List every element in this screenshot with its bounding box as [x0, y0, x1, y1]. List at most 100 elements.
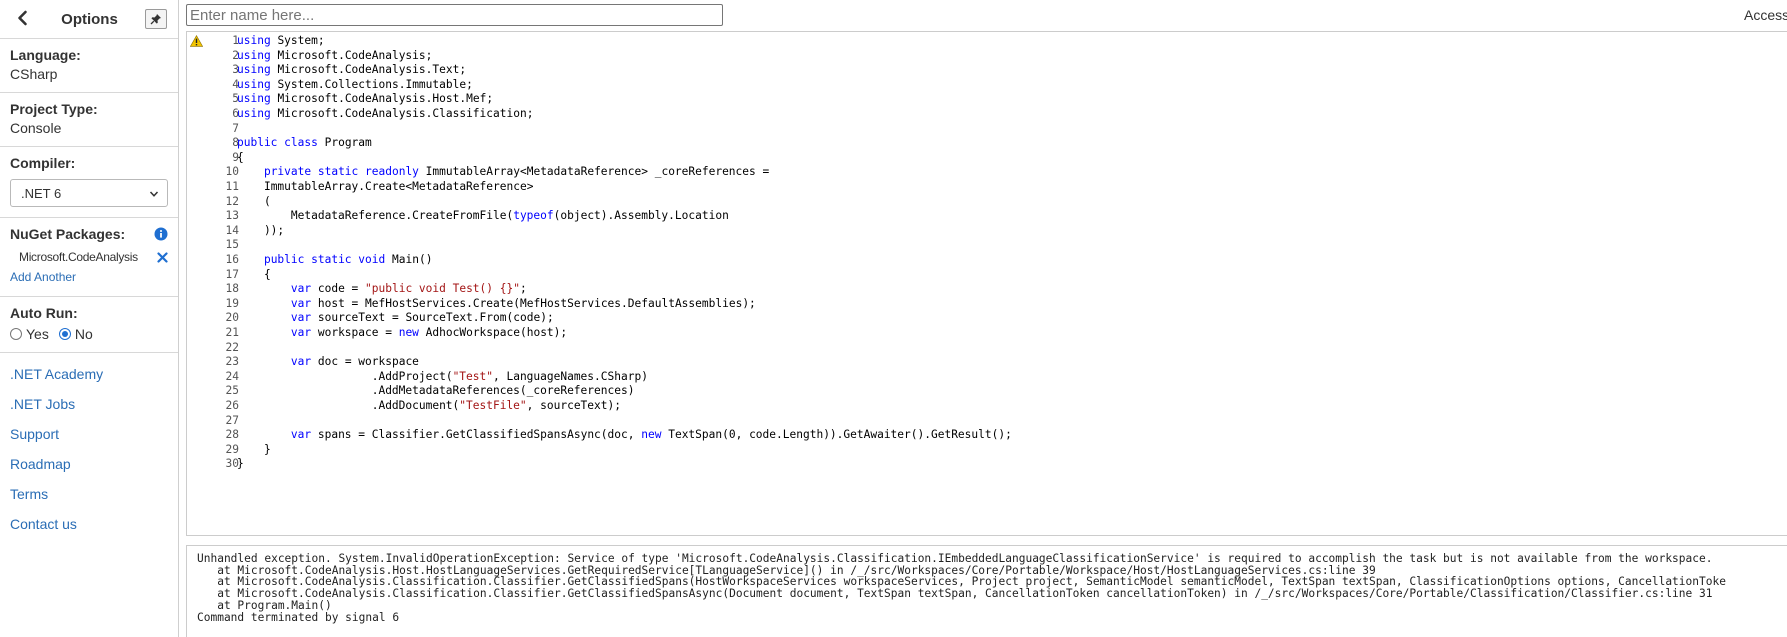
- code-token: ImmutableArray: [425, 165, 520, 179]
- output-console: Unhandled exception. System.InvalidOpera…: [186, 545, 1787, 637]
- code-token: .: [237, 399, 379, 412]
- output-line: Unhandled exception. System.InvalidOpera…: [197, 552, 1713, 565]
- auto-run-section: Auto Run: Yes No: [0, 297, 178, 353]
- code-token: doc: [607, 428, 628, 442]
- keyword-token: new: [641, 428, 662, 442]
- code-token: GetClassifiedSpansAsync: [445, 428, 601, 442]
- code-token: .: [472, 311, 480, 325]
- code-token: ;: [519, 282, 527, 296]
- code-token: {: [237, 150, 244, 164]
- support-link[interactable]: Support: [10, 419, 168, 449]
- code-token: .: [466, 296, 473, 310]
- code-token: ): [641, 369, 648, 383]
- code-token: =: [378, 326, 399, 339]
- code-token: GetResult: [930, 428, 992, 442]
- nuget-section: NuGet Packages: Microsoft.CodeAnalysis A…: [0, 218, 178, 297]
- auto-run-yes-label[interactable]: Yes: [26, 326, 49, 342]
- code-token: CSharp: [600, 369, 642, 383]
- auto-run-no-radio[interactable]: [58, 328, 71, 340]
- code-token: ;: [459, 63, 467, 77]
- code-token: Microsoft: [277, 92, 339, 106]
- language-value: CSharp: [10, 66, 58, 82]
- code-token: CodeAnalysis: [344, 92, 426, 106]
- warning-icon[interactable]: [190, 35, 203, 47]
- code-token: );: [607, 399, 621, 412]
- access-menu[interactable]: Access: [1744, 7, 1787, 23]
- roadmap-link[interactable]: Roadmap: [10, 449, 168, 479]
- code-token: .: [668, 209, 675, 223]
- code-token: .: [317, 77, 325, 91]
- code-token: }: [237, 442, 271, 456]
- code-token: );: [540, 311, 554, 325]
- code-token: TextSpan: [668, 428, 723, 442]
- code-token: >: [526, 180, 534, 193]
- keyword-token: using: [237, 63, 271, 77]
- code-editor[interactable]: 1 using System; 2 using Microsoft.CodeAnaly…: [186, 31, 1787, 536]
- string-token: "TestFile": [459, 399, 527, 412]
- pin-icon: [150, 14, 161, 25]
- code-token: (: [600, 428, 608, 442]
- code-token: host: [317, 296, 345, 310]
- code-token: Text: [432, 63, 460, 77]
- info-icon[interactable]: [154, 227, 168, 241]
- net-academy-link[interactable]: .NET Academy: [10, 359, 168, 389]
- contact-us-link[interactable]: Contact us: [10, 509, 168, 539]
- keyword-token: readonly: [365, 165, 419, 179]
- code-token: Create: [472, 296, 514, 310]
- terms-link[interactable]: Terms: [10, 479, 168, 509]
- code-token: ImmutableArray: [263, 180, 359, 193]
- keyword-token: void: [358, 253, 386, 266]
- code-token: Create: [365, 180, 406, 193]
- keyword-token: static: [311, 253, 352, 266]
- sidebar-header: Options: [0, 0, 178, 39]
- code-token: >: [641, 165, 655, 179]
- code-token: =: [385, 311, 406, 325]
- code-token: DefaultAssemblies: [627, 296, 743, 310]
- add-another-link[interactable]: Add Another: [10, 270, 76, 284]
- code-token: Program: [324, 136, 372, 150]
- pin-button[interactable]: [145, 9, 167, 29]
- keyword-token: using: [237, 107, 271, 120]
- code-token: ,: [627, 428, 642, 442]
- code-text: }: [237, 455, 244, 472]
- code-token: (: [237, 194, 271, 208]
- code-token: doc: [317, 355, 339, 369]
- code-token: code: [513, 311, 541, 325]
- chevron-down-icon: [149, 191, 159, 197]
- code-token: .: [594, 369, 601, 383]
- code-token: =: [338, 355, 359, 369]
- keyword-token: typeof: [513, 209, 554, 223]
- code-token: spans: [317, 428, 352, 442]
- keyword-token: var: [290, 326, 312, 339]
- code-token: }: [237, 457, 244, 471]
- compiler-select[interactable]: .NET 6: [10, 179, 168, 207]
- code-token: Microsoft: [277, 107, 339, 120]
- code-token: AdhocWorkspace: [425, 326, 520, 339]
- code-token: AddMetadataReferences: [378, 384, 520, 398]
- name-input[interactable]: [186, 4, 723, 26]
- code-token: Host: [432, 92, 460, 106]
- code-token: .: [338, 107, 345, 120]
- code-token: MetadataReference: [412, 180, 527, 193]
- keyword-token: var: [290, 428, 312, 442]
- code-token: {: [237, 267, 271, 281]
- net-jobs-link[interactable]: .NET Jobs: [10, 389, 168, 419]
- auto-run-no-label[interactable]: No: [75, 326, 93, 342]
- output-line: at Program.Main(): [197, 598, 332, 612]
- code-token: _coreReferences: [526, 384, 628, 398]
- remove-icon[interactable]: [157, 251, 168, 263]
- code-token: (: [519, 326, 527, 339]
- auto-run-yes-radio[interactable]: [10, 328, 22, 340]
- code-line: 30}: [187, 455, 1787, 472]
